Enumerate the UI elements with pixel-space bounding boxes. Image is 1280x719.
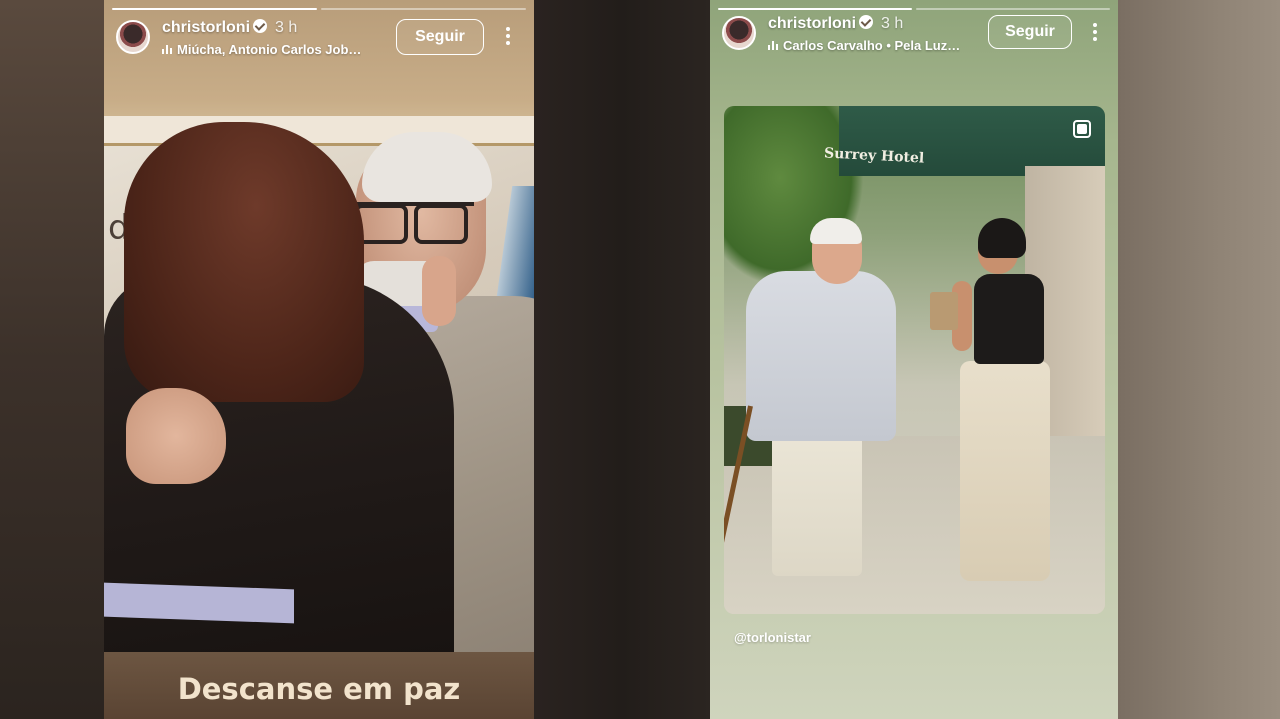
background-middle [534, 0, 710, 719]
man-hair [810, 218, 862, 244]
story-photo: dres [104, 116, 534, 652]
avatar[interactable] [116, 20, 150, 54]
glasses [354, 202, 474, 244]
music-label: Carlos Carvalho • Pela Luz… [783, 38, 961, 53]
mention-tag[interactable]: @torlonistar [732, 630, 813, 645]
post-time: 3 h [881, 15, 904, 32]
story-header: christorloni 3 h Miúcha, Antonio Carlos J… [114, 18, 520, 58]
music-icon [162, 45, 172, 54]
verified-icon [859, 15, 874, 29]
background-left [0, 0, 104, 719]
woman-hand [422, 256, 456, 326]
more-options-icon[interactable] [1092, 23, 1098, 43]
woman-pants [960, 361, 1050, 581]
paper-bag [930, 292, 958, 330]
follow-button[interactable]: Seguir [396, 19, 484, 55]
man-shirt [746, 271, 896, 441]
post-time: 3 h [275, 19, 298, 36]
story-progress [112, 8, 526, 10]
avatar[interactable] [722, 16, 756, 50]
username-row[interactable]: christorloni 3 h [162, 19, 297, 37]
more-options-icon[interactable] [505, 27, 511, 47]
man-hand [126, 388, 226, 484]
username[interactable]: christorloni [768, 15, 856, 32]
verified-icon [253, 19, 268, 33]
multi-photo-icon [1073, 120, 1091, 138]
progress-segment [321, 8, 526, 10]
music-attribution[interactable]: Miúcha, Antonio Carlos Job… [162, 42, 361, 57]
woman-top [974, 274, 1044, 364]
story-panel-1[interactable]: christorloni 3 h Miúcha, Antonio Carlos J… [104, 0, 534, 719]
progress-segment [112, 8, 317, 10]
music-icon [768, 41, 778, 50]
man-pants [772, 426, 862, 576]
story-caption: Descanse em paz [177, 672, 461, 706]
story-progress [718, 8, 1110, 10]
music-attribution[interactable]: Carlos Carvalho • Pela Luz… [768, 38, 960, 53]
username-row[interactable]: christorloni 3 h [768, 15, 903, 33]
woman-shirt [104, 582, 294, 624]
username[interactable]: christorloni [162, 19, 250, 36]
story-photo[interactable]: Surrey Hotel [724, 106, 1105, 614]
woman-hair [978, 218, 1026, 258]
background-right [1118, 0, 1280, 719]
story-panel-2[interactable]: christorloni 3 h Carlos Carvalho • Pela L… [710, 0, 1118, 719]
progress-segment [916, 8, 1110, 10]
follow-button[interactable]: Seguir [988, 15, 1072, 49]
woman-hair [124, 122, 364, 402]
progress-segment [718, 8, 912, 10]
music-label: Miúcha, Antonio Carlos Job… [177, 42, 362, 57]
story-header: christorloni 3 h Carlos Carvalho • Pela L… [720, 14, 1104, 54]
